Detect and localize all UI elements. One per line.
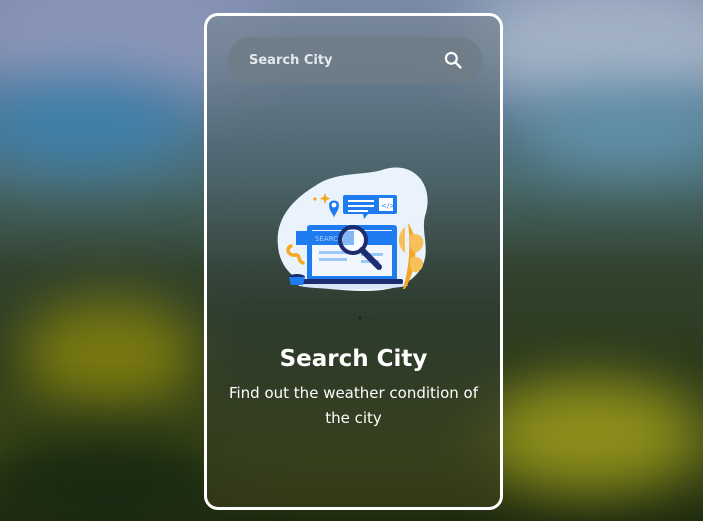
search-button[interactable] — [440, 47, 466, 73]
empty-state-title: Search City — [279, 346, 428, 372]
search-bar — [228, 36, 482, 84]
empty-state-subtitle: Find out the weather condition of the ci… — [228, 384, 479, 427]
illustration-code-text: </> — [381, 202, 395, 210]
search-icon — [444, 51, 462, 69]
search-illustration: SEARCH </> — [277, 167, 428, 292]
search-input[interactable] — [247, 36, 440, 84]
weather-card: SEARCH </> Search City Find out the weat… — [204, 13, 503, 510]
illustration-shadow-dots — [345, 316, 374, 320]
